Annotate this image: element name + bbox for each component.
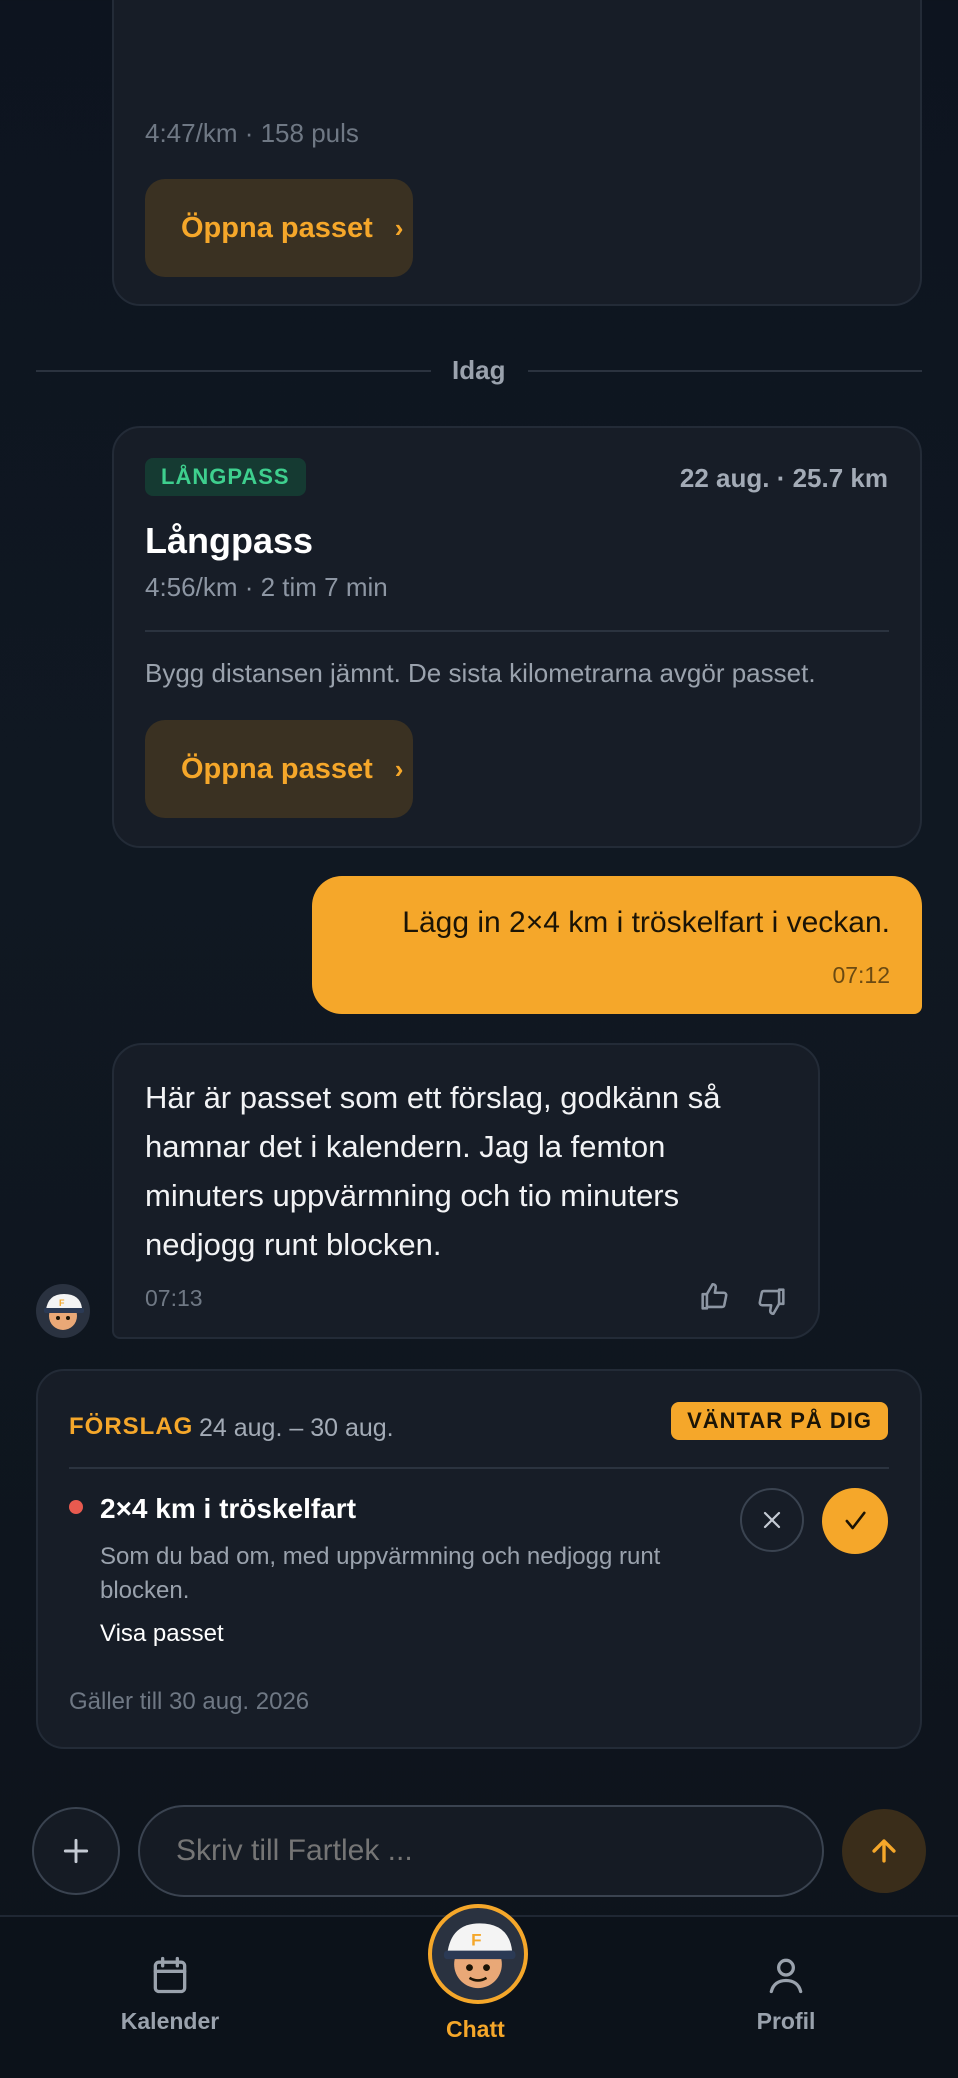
user-message-bubble: Lägg in 2×4 km i tröskelfart i veckan. 0… [312, 876, 922, 1014]
plus-icon [63, 1838, 89, 1864]
proposal-intensity-dot [69, 1500, 83, 1514]
divider-right [528, 370, 922, 372]
divider-left [36, 370, 431, 372]
view-workout-link[interactable]: Visa passet [100, 1620, 224, 1648]
person-icon [769, 1958, 803, 1994]
workout-title: Långpass [145, 520, 314, 561]
attach-button[interactable] [32, 1807, 120, 1895]
nav-calendar[interactable]: Kalender [110, 1952, 230, 2035]
svg-text:F: F [59, 1298, 65, 1308]
proposal-period: 24 aug. – 30 aug. [199, 1414, 394, 1442]
coach-message-text: Här är passet som ett förslag, godkänn s… [145, 1073, 721, 1269]
message-input[interactable] [138, 1805, 824, 1897]
chevron-right-icon: › [394, 753, 404, 784]
proposal-desc-line: Som du bad om, med uppvärmning och nedjo… [100, 1543, 661, 1570]
proposal-status-badge: VÄNTAR PÅ DIG [671, 1402, 888, 1440]
day-divider-label: Idag [452, 355, 506, 385]
nav-calendar-label: Kalender [120, 2008, 220, 2034]
nav-profile[interactable]: Profil [726, 1952, 846, 2035]
nav-profile-label: Profil [756, 2008, 816, 2034]
workout-stats: 4:56/km · 2 tim 7 min [145, 572, 388, 602]
proposal-separator [69, 1467, 889, 1469]
reject-proposal-button[interactable] [740, 1488, 804, 1552]
thumbs-up-icon[interactable] [697, 1280, 731, 1314]
proposal-desc-line: blocken. [100, 1577, 190, 1604]
coach-message-line: nedjogg runt blocken. [145, 1227, 442, 1262]
coach-message-line: hamnar det i kalendern. Jag la femton [145, 1129, 666, 1164]
accept-proposal-button[interactable] [822, 1488, 888, 1554]
proposal-valid-until: Gäller till 30 aug. 2026 [69, 1688, 310, 1715]
workout-date-distance: 22 aug. · 25.7 km [679, 463, 888, 493]
send-button[interactable] [842, 1809, 926, 1893]
nav-chat-avatar[interactable]: F [428, 1904, 528, 2004]
open-workout-label: Öppna passet [181, 211, 373, 244]
check-icon [845, 1511, 866, 1530]
thumbs-down-icon[interactable] [755, 1284, 789, 1318]
open-workout-label: Öppna passet [181, 752, 373, 785]
calendar-icon [153, 1956, 187, 1994]
workout-type-tag: LÅNGPASS [145, 458, 306, 496]
close-icon [763, 1511, 781, 1529]
coach-message-time: 07:13 [145, 1285, 203, 1311]
proposal-item-title: 2×4 km i tröskelfart [100, 1493, 357, 1524]
arrow-up-icon [872, 1839, 896, 1863]
proposal-item-description: Som du bad om, med uppvärmning och nedjo… [100, 1540, 660, 1608]
coach-message-line: minuters uppvärmning och tio minuters [145, 1178, 680, 1213]
previous-open-workout-button[interactable]: Öppna passet › [145, 179, 413, 277]
nav-chat-label[interactable]: Chatt [446, 2016, 505, 2043]
user-message-text: Lägg in 2×4 km i tröskelfart i veckan. [402, 906, 890, 939]
open-workout-button[interactable]: Öppna passet › [145, 720, 413, 818]
workout-description: Bygg distansen jämnt. De sista kilometra… [145, 658, 816, 688]
svg-text:F: F [471, 1930, 481, 1949]
chevron-right-icon: › [394, 212, 404, 243]
coach-message-line: Här är passet som ett förslag, godkänn s… [145, 1080, 721, 1115]
previous-workout-stats: 4:47/km · 158 puls [145, 118, 359, 148]
workout-card-separator [145, 630, 889, 632]
coach-avatar: F [36, 1284, 90, 1338]
user-message-time: 07:12 [832, 962, 890, 988]
proposal-label: FÖRSLAG [69, 1413, 194, 1440]
